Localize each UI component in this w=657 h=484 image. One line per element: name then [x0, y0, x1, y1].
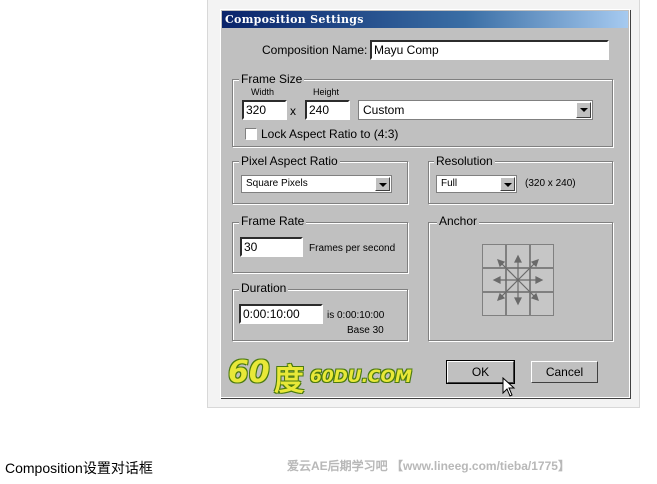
anchor-arrows-icon — [492, 254, 544, 306]
height-label: Height — [313, 87, 340, 97]
anchor-group-label: Anchor — [437, 214, 480, 228]
chevron-down-icon[interactable] — [576, 102, 591, 118]
composition-name-label: Composition Name: — [262, 43, 368, 57]
resolution-group-label: Resolution — [434, 154, 495, 168]
mouse-cursor-icon — [502, 377, 516, 397]
frame-rate-input[interactable]: 30 — [240, 237, 303, 257]
cancel-button[interactable]: Cancel — [531, 361, 598, 383]
page-caption: Composition设置对话框 — [5, 460, 153, 476]
resolution-value: Full — [441, 178, 458, 189]
resolution-select[interactable]: Full — [436, 175, 517, 193]
site-logo: 60 度 60DU.COM — [226, 355, 412, 397]
duration-base-readout: Base 30 — [347, 325, 384, 336]
duration-is-readout: is 0:00:10:00 — [327, 310, 385, 321]
frame-size-group-label: Frame Size — [239, 72, 305, 86]
frame-rate-group-label: Frame Rate — [239, 214, 307, 228]
resolution-size-readout: (320 x 240) — [525, 178, 576, 189]
times-sign: x — [290, 104, 296, 118]
width-label: Width — [251, 87, 275, 97]
composition-name-input[interactable]: Mayu Comp — [370, 40, 609, 60]
pixel-aspect-value: Square Pixels — [246, 178, 308, 189]
chevron-down-icon[interactable] — [375, 177, 390, 191]
duration-input[interactable]: 0:00:10:00 — [239, 304, 323, 324]
duration-group-label: Duration — [239, 281, 289, 295]
logo-number: 60 — [228, 355, 270, 390]
chevron-down-icon[interactable] — [500, 177, 515, 191]
logo-chinese-char: 度 — [274, 364, 304, 397]
lock-aspect-label: Lock Aspect Ratio to (4:3) — [261, 127, 399, 141]
lock-aspect-checkbox[interactable] — [245, 128, 257, 140]
watermark-text: 爱云AE后期学习吧 【www.lineeg.com/tieba/1775】 — [287, 459, 570, 473]
frame-rate-unit: Frames per second — [309, 243, 396, 254]
pixel-aspect-group-label: Pixel Aspect Ratio — [239, 154, 340, 168]
pixel-aspect-select[interactable]: Square Pixels — [241, 175, 392, 193]
height-input[interactable]: 240 — [305, 100, 350, 120]
frame-size-preset-value: Custom — [363, 103, 405, 117]
frame-size-preset-select[interactable]: Custom — [358, 100, 593, 120]
dialog-title-bar: Composition Settings — [222, 11, 628, 28]
logo-domain: 60DU.COM — [310, 367, 412, 387]
width-input[interactable]: 320 — [242, 100, 287, 120]
